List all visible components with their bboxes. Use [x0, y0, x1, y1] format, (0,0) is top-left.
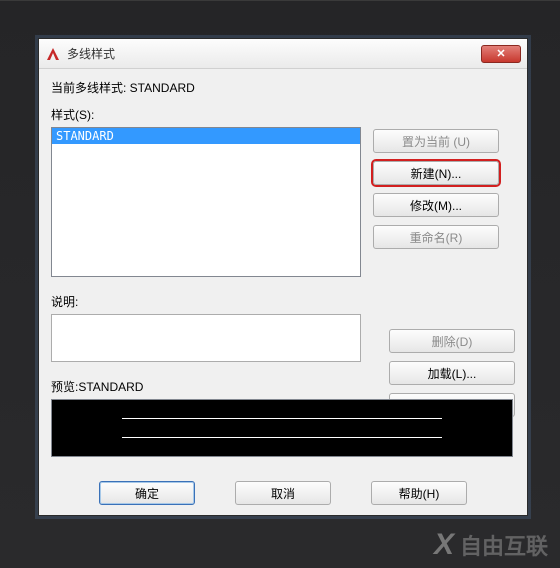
close-icon: ✕: [496, 47, 505, 60]
ok-button[interactable]: 确定: [99, 481, 195, 505]
preview-line-top: [122, 418, 442, 419]
titlebar: 多线样式 ✕: [39, 39, 527, 69]
dialog-multiline-style: 多线样式 ✕ 当前多线样式: STANDARD 样式(S): STANDARD …: [38, 38, 528, 516]
modify-button[interactable]: 修改(M)...: [373, 193, 499, 217]
close-button[interactable]: ✕: [481, 45, 521, 63]
window-title: 多线样式: [67, 45, 115, 62]
watermark: X 自由互联: [434, 528, 548, 562]
styles-listbox[interactable]: STANDARD: [51, 127, 361, 277]
set-current-button[interactable]: 置为当前 (U): [373, 129, 499, 153]
preview-line-bottom: [122, 437, 442, 438]
description-label: 说明:: [51, 293, 361, 310]
new-button[interactable]: 新建(N)...: [373, 161, 499, 185]
dialog-body: 当前多线样式: STANDARD 样式(S): STANDARD 置为当前 (U…: [39, 69, 527, 515]
description-textbox[interactable]: [51, 314, 361, 362]
cancel-button[interactable]: 取消: [235, 481, 331, 505]
watermark-text: 自由互联: [460, 529, 548, 561]
watermark-x-icon: X: [434, 528, 454, 562]
list-item[interactable]: STANDARD: [52, 128, 360, 144]
rename-button[interactable]: 重命名(R): [373, 225, 499, 249]
current-style-label: 当前多线样式: STANDARD: [51, 79, 515, 96]
app-icon: [45, 46, 61, 62]
preview-box: [51, 399, 513, 457]
styles-label: 样式(S):: [51, 106, 515, 123]
delete-button[interactable]: 删除(D): [389, 329, 515, 353]
help-button[interactable]: 帮助(H): [371, 481, 467, 505]
load-button[interactable]: 加载(L)...: [389, 361, 515, 385]
